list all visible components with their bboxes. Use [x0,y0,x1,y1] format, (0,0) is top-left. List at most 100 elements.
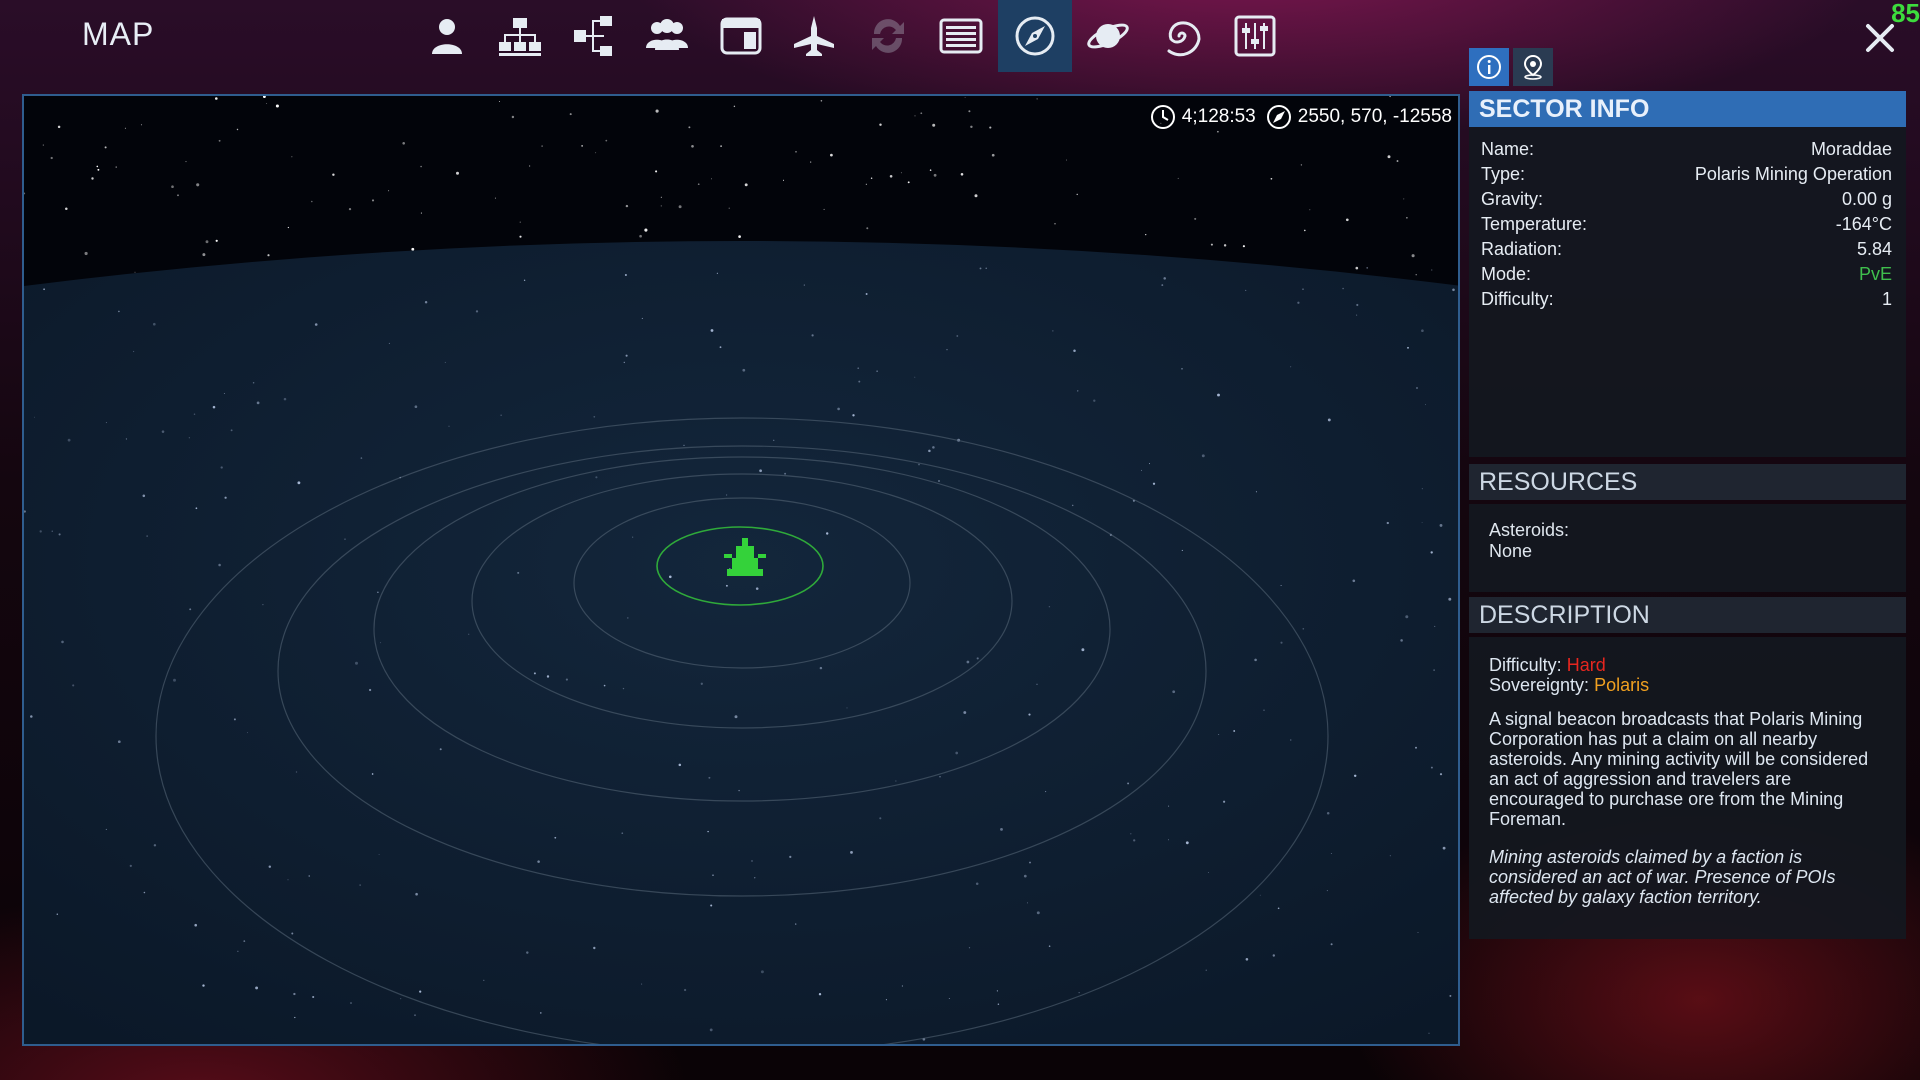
star [475,310,479,313]
star [1290,366,1292,368]
close-button[interactable] [1858,16,1902,60]
star [400,998,402,1000]
star [991,153,995,157]
tab-location[interactable] [1513,48,1553,86]
star [1185,841,1189,845]
star [709,1028,713,1032]
star [1233,730,1236,732]
nav-terminal-button[interactable] [704,0,778,72]
star [371,773,374,775]
star [65,207,68,211]
star [946,349,948,351]
star [1300,164,1303,166]
star [1207,872,1209,874]
star [267,254,270,257]
star [889,174,893,178]
sector-info-label: Type: [1481,164,1526,184]
nav-faction-button[interactable] [631,0,705,72]
sector-info-row: Mode: PvE [1481,262,1892,287]
nav-planet-button[interactable] [1072,0,1146,72]
description-panel: Difficulty: Hard Sovereignty: Polaris A … [1469,637,1906,939]
star [105,422,107,424]
star [196,183,200,187]
star [1442,846,1446,850]
star [1353,774,1357,778]
star [529,165,531,167]
star [1355,266,1359,270]
star [56,913,59,916]
star [1093,399,1096,402]
star [388,190,390,192]
player-coordinates: 2550, 570, -12558 [1297,106,1452,127]
star [625,204,629,208]
star [782,179,785,181]
compass-icon [1266,105,1291,129]
sector-info-row: Type: Polaris Mining Operation [1481,162,1892,187]
star [1415,274,1417,276]
star [1405,615,1409,619]
sector-info-row: Difficulty: 1 [1481,287,1892,312]
star [707,830,709,833]
star [275,104,279,108]
star [256,401,260,405]
top-bar: MAP 85 [0,0,1920,72]
star [541,145,543,147]
star [355,661,358,665]
nav-compass-button[interactable] [998,0,1072,72]
star [857,367,860,370]
star [152,322,156,326]
star [1223,800,1226,803]
star [818,992,822,996]
star [708,776,711,779]
star [1073,349,1076,352]
nav-trade-button[interactable] [851,0,925,72]
star [1326,890,1328,892]
difficulty-value: Hard [1566,655,1606,675]
star [533,672,536,675]
star [262,603,264,606]
star [795,150,797,153]
star [738,235,741,238]
star [243,940,246,942]
star [1052,330,1054,332]
tab-info[interactable] [1469,48,1509,86]
description-header: DESCRIPTION [1469,597,1906,633]
nav-network-button[interactable] [484,0,558,72]
nav-list-button[interactable] [925,0,999,72]
star [1430,551,1433,554]
star [268,865,272,868]
star [655,170,658,173]
star [153,844,157,847]
star [215,97,218,100]
star [1434,625,1436,627]
nav-structure-button[interactable] [557,0,631,72]
nav-character-button[interactable] [410,0,484,72]
resources-panel: Asteroids: None [1469,504,1906,592]
star [985,267,987,269]
main-nav [410,0,1292,72]
nav-ship-button[interactable] [778,0,852,72]
star [1217,130,1219,133]
star [332,173,335,176]
star [1245,289,1247,291]
nav-settings-button[interactable] [1219,0,1293,72]
star [344,538,346,540]
star [1431,269,1433,271]
star [125,438,127,440]
star [773,439,775,441]
star [865,293,868,295]
star [710,904,713,907]
sector-map-viewport[interactable]: 4;128:53 2550, 570, -12558 [22,94,1460,1046]
star [91,177,94,180]
resources-header: RESOURCES [1469,464,1906,500]
nav-galaxy-button[interactable] [1145,0,1219,72]
star [224,496,227,499]
star [33,416,35,418]
star [1223,244,1227,247]
star [1439,773,1443,776]
star [1421,521,1423,523]
star [143,891,146,894]
coordinate-readout: 2550, 570, -12558 [1266,104,1452,130]
star [1356,314,1358,316]
star [523,279,526,281]
